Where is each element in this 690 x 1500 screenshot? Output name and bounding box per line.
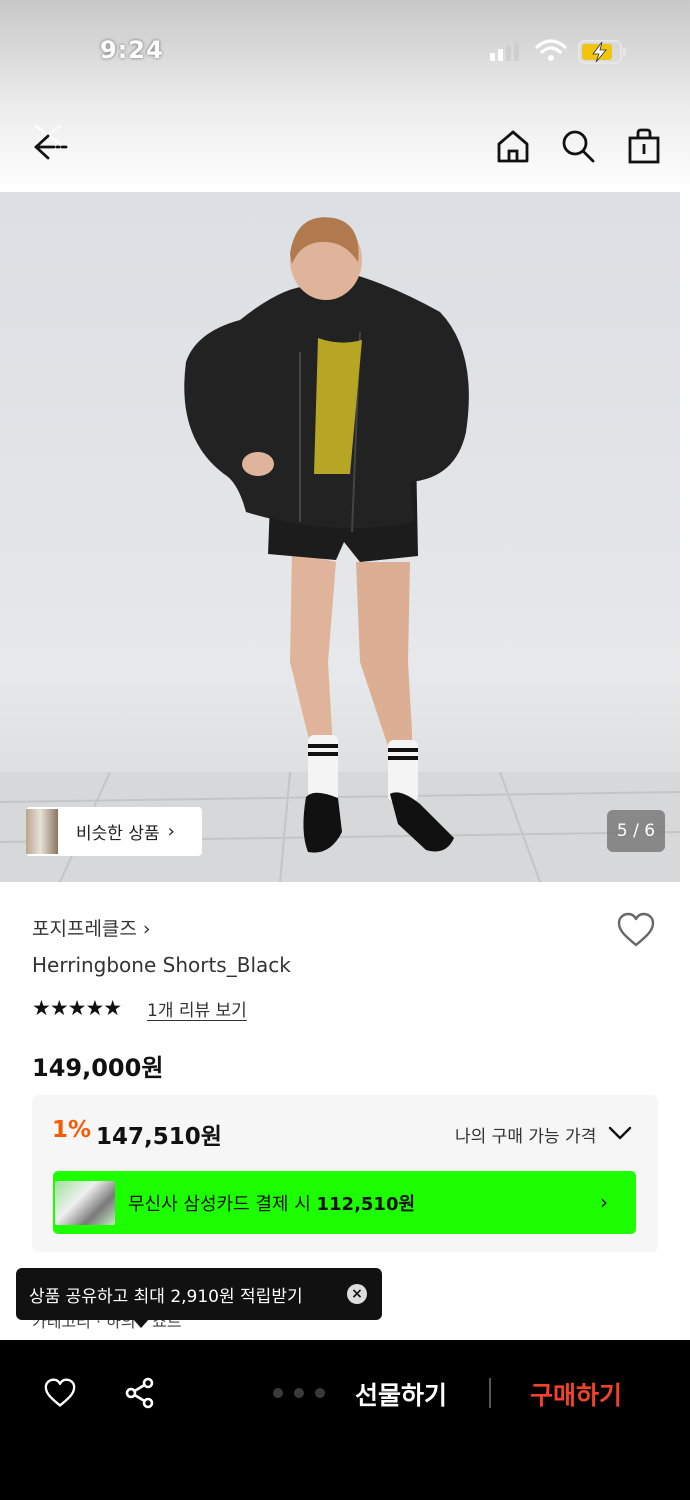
model-photo <box>0 217 680 882</box>
cellular-signal-icon <box>490 41 519 61</box>
card-image <box>55 1181 115 1225</box>
share-icon <box>125 1377 154 1409</box>
discount-price: 147,510원 <box>96 1124 222 1150</box>
bottom-wishlist-button[interactable] <box>38 1371 82 1415</box>
shopping-bag-button[interactable] <box>622 124 666 168</box>
original-price: 149,000원 <box>32 1054 164 1082</box>
shopping-bag-icon <box>628 128 660 164</box>
loading-dots <box>273 1388 325 1398</box>
similar-products-button[interactable]: 비슷한 상품 › <box>26 807 202 856</box>
similar-product-thumbnail <box>26 809 58 854</box>
heart-icon <box>617 912 655 947</box>
share-button[interactable] <box>118 1371 162 1415</box>
similar-products-label: 비슷한 상품 <box>76 824 160 844</box>
bottom-divider <box>489 1378 491 1408</box>
discount-rate: 1% <box>52 1117 92 1143</box>
back-button[interactable] <box>26 120 70 164</box>
heart-icon <box>44 1378 76 1407</box>
back-arrow-icon <box>34 124 68 160</box>
search-button[interactable] <box>556 124 600 168</box>
chevron-down-icon[interactable] <box>607 1124 633 1142</box>
tooltip-pointer <box>132 1318 150 1328</box>
card-promo-price: 112,510원 <box>316 1194 416 1215</box>
star-rating: ★★★★★ <box>32 996 122 1020</box>
chevron-right-icon: › <box>600 1190 608 1214</box>
image-counter: 5 / 6 <box>607 810 665 852</box>
product-name: Herringbone Shorts_Black <box>32 953 291 977</box>
buy-button[interactable]: 구매하기 <box>530 1376 622 1412</box>
wifi-icon <box>535 39 567 61</box>
home-button[interactable] <box>491 124 535 168</box>
battery-icon <box>578 40 626 64</box>
review-link[interactable]: 1개 리뷰 보기 <box>147 996 247 1021</box>
share-reward-tooltip: 상품 공유하고 최대 2,910원 적립받기 × <box>16 1268 382 1320</box>
gift-button[interactable]: 선물하기 <box>355 1376 447 1412</box>
card-promo-text: 무신사 삼성카드 결제 시 112,510원 <box>128 1190 415 1216</box>
home-icon <box>497 130 529 163</box>
status-time: 9:24 <box>100 36 164 64</box>
search-icon <box>562 130 595 163</box>
wishlist-button[interactable] <box>616 912 656 952</box>
bottom-action-bar <box>0 1340 690 1500</box>
close-icon[interactable]: × <box>347 1284 367 1304</box>
card-promo-prefix: 무신사 삼성카드 결제 시 <box>128 1194 317 1215</box>
my-price-toggle[interactable]: 나의 구매 가능 가격 <box>455 1122 596 1147</box>
product-image[interactable] <box>0 192 680 882</box>
chevron-right-icon: › <box>167 821 175 842</box>
tooltip-text: 상품 공유하고 최대 2,910원 적립받기 <box>29 1286 303 1307</box>
brand-link[interactable]: 포지프레클즈 › <box>32 914 151 941</box>
